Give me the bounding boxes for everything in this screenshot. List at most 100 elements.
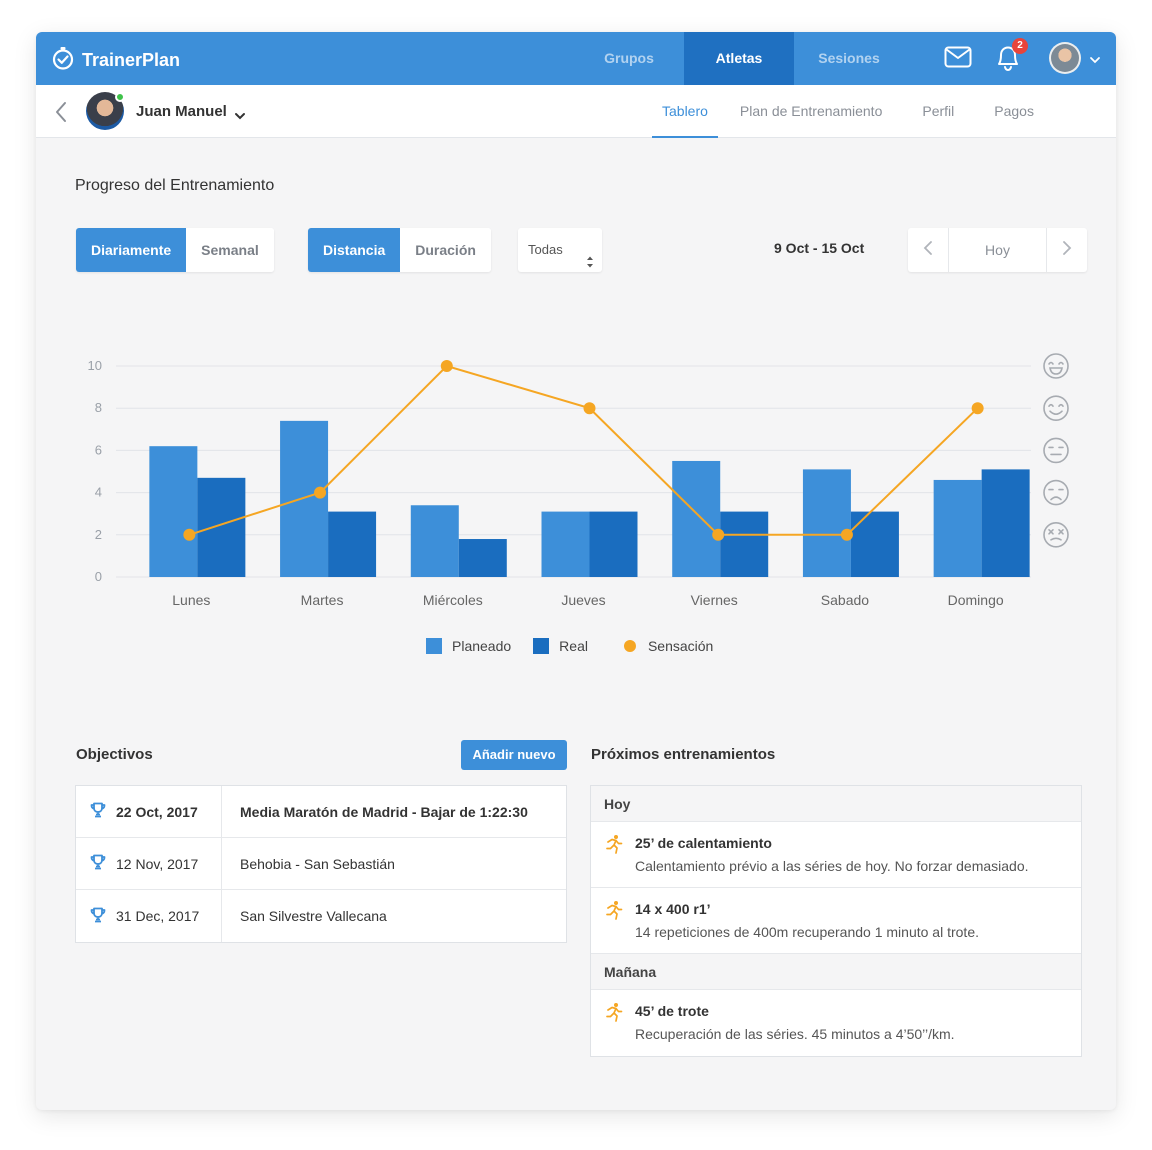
x-tick-label: Lunes [172,592,210,608]
runner-icon [605,900,623,925]
goal-date-cell: 22 Oct, 2017 [76,785,222,838]
legend-item-real: Real [533,638,588,654]
chevron-down-icon[interactable] [1089,52,1101,70]
neutral-face-icon [1043,437,1069,464]
period-daily-button[interactable]: Diariamente [76,228,187,272]
upcoming-list: Hoy 25’ de calentamiento Calentamiento p… [590,785,1082,1057]
runner-icon [605,1002,623,1027]
bar-planeado [280,420,329,577]
legend-label-real: Real [559,638,588,654]
x-tick-label: Jueves [561,592,605,608]
tab-pagos[interactable]: Pagos [984,85,1044,138]
nav-item-grupos[interactable]: Grupos [574,32,684,85]
goal-date-cell: 31 Dec, 2017 [76,890,222,942]
bell-icon [994,46,1022,78]
metric-toggle: Distancia Duración [308,228,491,272]
tab-perfil[interactable]: Perfil [912,85,964,138]
list-item[interactable]: 25’ de calentamiento Calentamiento prévi… [591,822,1081,888]
notification-badge: 2 [1012,38,1028,54]
goal-date: 31 Dec, 2017 [116,908,200,924]
chart-legend: Planeado Real Sensación [426,638,735,654]
table-row[interactable]: 22 Oct, 2017 Media Maratón de Madrid - B… [76,785,566,838]
very-happy-face-icon [1043,353,1069,379]
workout-description: Calentamiento prévio a las séries de hoy… [635,858,1029,874]
goals-title: Objectivos [76,746,153,763]
runner-icon [605,834,623,859]
trophy-icon [90,802,106,821]
point-sensacion [840,528,853,541]
trophy-icon [90,907,106,926]
athlete-subbar: Juan Manuel Tablero Plan de Entrenamient… [36,85,1116,138]
chevron-left-icon[interactable] [54,101,68,128]
metric-distance-button[interactable]: Distancia [308,228,401,272]
chevron-left-icon [923,240,933,261]
goal-date: 12 Nov, 2017 [116,855,199,872]
legend-item-planeado: Planeado [426,638,511,654]
point-sensacion [971,402,984,415]
mail-icon[interactable] [944,46,972,73]
bar-real [328,511,377,577]
previous-week-button[interactable] [908,228,948,272]
workout-title: 45’ de trote [635,1003,709,1019]
bar-planeado [933,479,982,577]
workout-title: 25’ de calentamiento [635,835,772,851]
activity-filter-value: Todas [528,242,563,257]
y-tick-label: 8 [95,400,102,415]
bar-planeado [802,469,851,577]
table-row[interactable]: 31 Dec, 2017 San Silvestre Vallecana [76,890,566,942]
bar-planeado [672,460,721,577]
date-range: 9 Oct - 15 Oct [774,240,865,256]
point-sensacion [314,486,327,499]
top-navbar: TrainerPlan Grupos Atletas Sesiones 2 [36,32,1116,85]
app-window: TrainerPlan Grupos Atletas Sesiones 2 Ju… [36,32,1116,1110]
legend-swatch-real [533,638,550,654]
progress-chart: 0 2 4 6 8 10 Lunes Martes Miércoles Jueves Viernes… [88,353,1069,608]
select-arrows-icon [586,243,594,287]
bar-real [589,511,638,577]
next-week-button[interactable] [1047,228,1087,272]
date-pager: Hoy [908,228,1087,272]
day-header-hoy: Hoy [591,786,1081,822]
period-weekly-button[interactable]: Semanal [186,228,274,272]
goal-name: Media Maratón de Madrid - Bajar de 1:22:… [240,803,528,820]
point-sensacion [583,402,596,415]
list-item[interactable]: 14 x 400 r1’ 14 repeticiones de 400m rec… [591,888,1081,954]
brand[interactable]: TrainerPlan [52,46,180,75]
activity-filter-select[interactable]: Todas [518,228,602,272]
tab-plan-de-entrenamiento[interactable]: Plan de Entrenamiento [730,85,892,138]
brand-name: TrainerPlan [82,50,181,70]
nav-item-atletas[interactable]: Atletas [684,32,794,85]
y-tick-label: 2 [95,527,102,542]
y-tick-label: 6 [95,442,102,457]
nav-item-sesiones[interactable]: Sesiones [794,32,904,85]
online-status-dot [115,92,125,102]
legend-dot-sensacion [623,640,636,652]
bar-planeado [410,505,459,577]
notifications-button[interactable]: 2 [994,38,1028,74]
table-row[interactable]: 12 Nov, 2017 Behobia - San Sebastián [76,837,566,890]
bar-real [197,477,246,577]
goal-name: Behobia - San Sebastián [240,855,395,872]
stopwatch-icon [52,46,74,75]
workout-title: 14 x 400 r1’ [635,901,711,917]
goal-name: San Silvestre Vallecana [240,908,387,924]
athlete-tabs: Tablero Plan de Entrenamiento Perfil Pag… [652,85,1044,138]
point-sensacion [183,528,196,541]
workout-description: Recuperación de las séries. 45 minutos a… [635,1026,955,1042]
athlete-name[interactable]: Juan Manuel [136,103,227,120]
add-goal-button[interactable]: Añadir nuevo [461,740,567,770]
bar-real [458,539,507,577]
trophy-icon [90,854,106,873]
chevron-down-icon[interactable] [234,108,246,126]
legend-swatch-planeado [426,638,442,654]
today-button[interactable]: Hoy [948,228,1047,272]
chevron-right-icon [1062,240,1072,261]
tab-tablero[interactable]: Tablero [652,85,718,138]
progress-title: Progreso del Entrenamiento [75,177,275,194]
x-tick-label: Viernes [691,592,738,608]
user-avatar[interactable] [1049,42,1081,74]
list-item[interactable]: 45’ de trote Recuperación de las séries.… [591,990,1081,1056]
x-tick-label: Martes [301,592,344,608]
metric-duration-button[interactable]: Duración [400,228,491,272]
bar-planeado [149,446,198,577]
